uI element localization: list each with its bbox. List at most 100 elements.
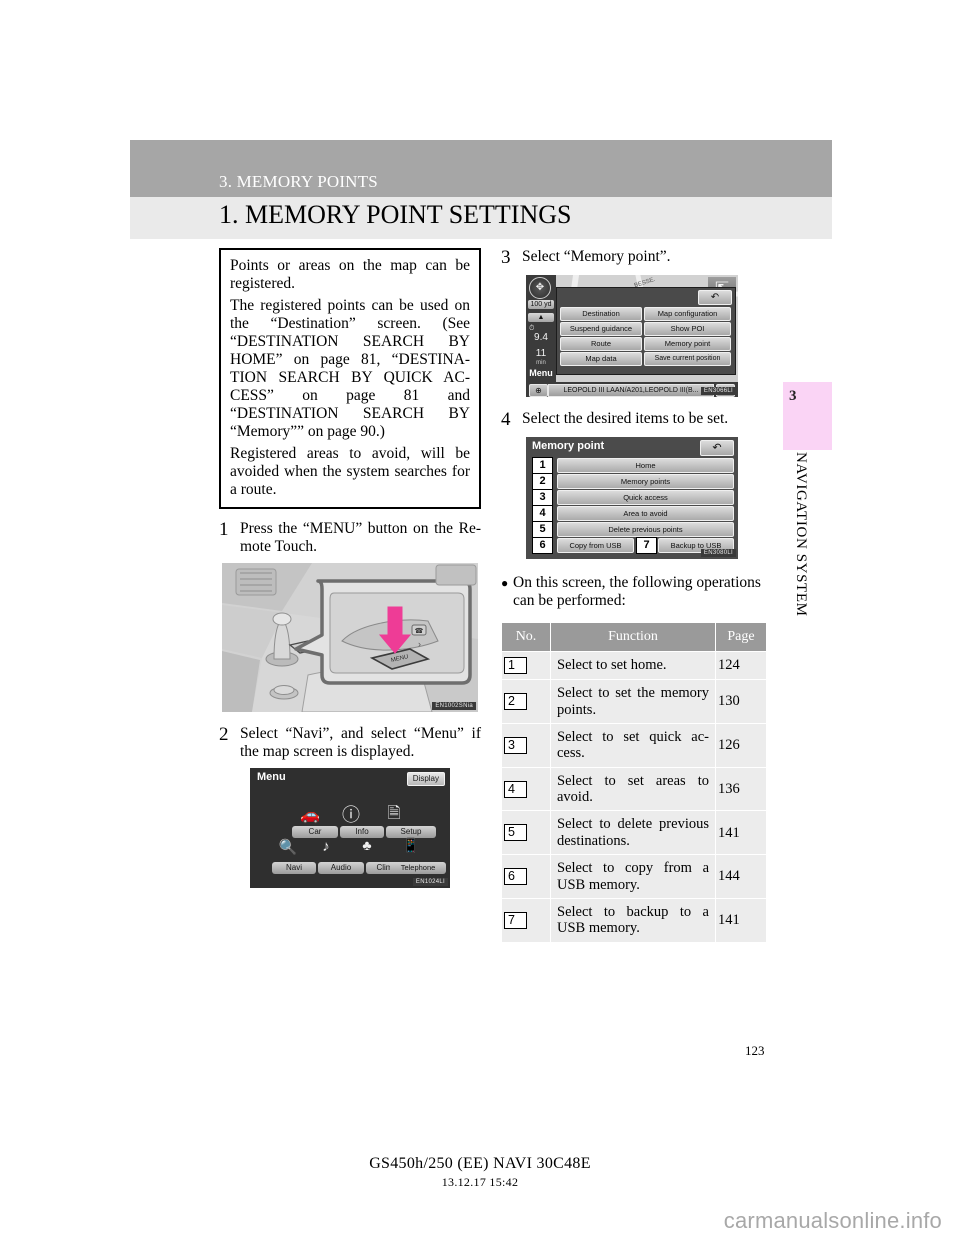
figure-menu-screen: Menu Display 🚗 ⓘ 🗎 Car Info Setup 🔍 ♪ ♣ … <box>250 768 450 889</box>
step-4: 4 Select the desired items to be set. <box>501 409 767 430</box>
chapter-vertical-label: NAVIGATION SYSTEM <box>793 452 809 617</box>
note-paragraph-1: Points or areas on the map can be regist… <box>230 257 470 292</box>
figure-caption: EN3066LI <box>700 386 736 395</box>
display-button[interactable]: Display <box>406 772 445 786</box>
svg-text:›: › <box>418 639 421 649</box>
operations-bullet: ● On this screen, the following operatio… <box>501 574 767 610</box>
note-paragraph-2: The registered points can be used on the… <box>230 296 470 440</box>
callout-number: 1 <box>504 657 527 675</box>
table-cell-no: 2 <box>501 679 551 724</box>
table-cell-page: 141 <box>715 897 767 943</box>
operations-bullet-text: On this screen, the following operations… <box>513 573 761 609</box>
back-button[interactable]: ↶ <box>700 439 734 456</box>
step-3-number: 3 <box>501 247 511 268</box>
figure-console-remote-touch: MENU ☎ ‹ › EN1002SNia <box>222 562 478 712</box>
callout-number: 2 <box>504 693 527 710</box>
info-icon: ⓘ <box>342 805 360 826</box>
nav-button-map-configuration[interactable]: Map configuration <box>644 306 731 321</box>
map-orientation-chip[interactable]: ▲ <box>528 312 554 322</box>
memory-point-row-home[interactable]: Home <box>557 457 734 473</box>
nav-button-show-poi[interactable]: Show POI <box>644 321 731 336</box>
table-cell-function: Select to set home. <box>550 651 716 681</box>
table-cell-no: 7 <box>501 897 551 943</box>
memory-point-row-copy-from-usb[interactable]: Copy from USB <box>557 537 634 553</box>
table-cell-function: Select to copy from a USB memory. <box>550 854 716 899</box>
step-2-text: Select “Navi”, and select “Menu” if the … <box>240 724 481 760</box>
chapter-tab: 3 <box>783 382 832 450</box>
step-1-number: 1 <box>219 518 229 540</box>
table-cell-page: 126 <box>715 722 767 768</box>
step-2: 2 Select “Navi”, and select “Menu” if th… <box>219 724 481 761</box>
callout-3: 3 <box>532 488 553 506</box>
table-header-row: No. Function Page <box>501 622 767 653</box>
console-illustration: MENU ☎ ‹ › <box>222 562 478 712</box>
nav-menu-button[interactable]: Menu <box>528 368 554 378</box>
table-row: 3 Select to set quick ac-cess. 126 <box>501 722 767 768</box>
memory-point-row-quick-access[interactable]: Quick access <box>557 489 734 505</box>
nav-button-memory-point[interactable]: Memory point <box>644 336 731 351</box>
document-footer-timestamp: 13.12.17 15:42 <box>441 1175 519 1189</box>
table-cell-page: 136 <box>715 766 767 812</box>
callout-2: 2 <box>532 472 553 490</box>
table-row: 4 Select to set areas to avoid. 136 <box>501 766 767 812</box>
left-column: Points or areas on the map can be regist… <box>219 248 481 889</box>
table-cell-function: Select to set areas to avoid. <box>550 766 716 812</box>
table-cell-page: 124 <box>715 651 767 681</box>
menu-tile-setup[interactable]: Setup <box>386 826 436 839</box>
map-scale-chip[interactable]: 100 yd <box>528 299 554 309</box>
setup-icon: 🗎 <box>387 805 401 823</box>
callout-7: 7 <box>636 536 657 554</box>
menu-screen-titlebar: Menu Display <box>250 768 450 788</box>
table-cell-no: 4 <box>501 766 551 812</box>
callout-number: 6 <box>504 868 527 885</box>
step-3: 3 Select “Memory point”. <box>501 248 767 268</box>
table-cell-no: 6 <box>501 854 551 899</box>
compass-icon[interactable]: ✥ <box>529 276 551 299</box>
eta-time-unit: min <box>536 359 546 366</box>
table-row: 6 Select to copy from a USB memory. 144 <box>501 854 767 899</box>
menu-tile-car[interactable]: Car <box>292 826 338 839</box>
nav-button-destination[interactable]: Destination <box>560 306 642 321</box>
eta-time: 11 <box>535 347 547 359</box>
table-row: 1 Select to set home. 124 <box>501 651 767 681</box>
eta-distance: 9.4 <box>534 331 548 343</box>
step-1-text: Press the “MENU” button on the Re-mote T… <box>240 519 481 555</box>
table-row: 5 Select to delete previous destinations… <box>501 810 767 856</box>
memory-point-screen-title: Memory point <box>532 439 605 452</box>
table-header-no: No. <box>501 622 551 653</box>
operations-table: No. Function Page 1 Select to set home. … <box>501 622 767 943</box>
table-header-page: Page <box>715 622 767 653</box>
menu-tile-telephone[interactable]: Telephone <box>390 862 446 875</box>
step-1: 1 Press the “MENU” button on the Re-mote… <box>219 518 481 556</box>
callout-5: 5 <box>532 520 553 538</box>
menu-tile-info[interactable]: Info <box>340 826 384 839</box>
nav-button-save-current-position[interactable]: Save current position <box>644 351 731 366</box>
table-row: 7 Select to backup to a USB memory. 141 <box>501 897 767 943</box>
nav-button-suspend-guidance[interactable]: Suspend guidance <box>560 321 642 336</box>
back-button[interactable]: ↶ <box>698 289 732 305</box>
navi-icon: 🔍 <box>278 840 298 857</box>
callout-1: 1 <box>532 456 553 474</box>
memory-point-row-delete-previous-points[interactable]: Delete previous points <box>557 521 734 537</box>
memory-point-row-memory-points[interactable]: Memory points <box>557 473 734 489</box>
car-icon: 🚗 <box>300 807 320 825</box>
callout-number: 7 <box>504 911 527 929</box>
callout-number: 3 <box>504 736 527 754</box>
bullet-icon: ● <box>501 575 509 590</box>
menu-tile-audio[interactable]: Audio <box>318 862 364 875</box>
site-watermark: carmanualsonline.info <box>723 1208 942 1233</box>
table-cell-no: 3 <box>501 722 551 768</box>
memory-point-row-area-to-avoid[interactable]: Area to avoid <box>557 505 734 521</box>
audio-icon: ♪ <box>322 839 330 856</box>
menu-screen-title: Menu <box>257 771 286 784</box>
figure-nav-menu-screen: BESSE. ⇱ ✥ 100 yd ▲ ⏱ 9.4 11 min Menu ↶ … <box>526 274 738 397</box>
table-cell-page: 144 <box>715 854 767 899</box>
table-cell-function: Select to delete previous destinations. <box>550 810 716 856</box>
zoom-in-button[interactable]: ⊕ <box>529 383 548 397</box>
figure-caption: EN1002SNia <box>432 701 476 710</box>
nav-button-route[interactable]: Route <box>560 336 642 351</box>
menu-tile-navi[interactable]: Navi <box>272 862 316 875</box>
nav-button-map-data[interactable]: Map data <box>560 351 642 366</box>
callout-6: 6 <box>532 536 553 554</box>
right-column: 3 Select “Memory point”. BESSE. ⇱ ✥ 100 … <box>501 248 767 943</box>
